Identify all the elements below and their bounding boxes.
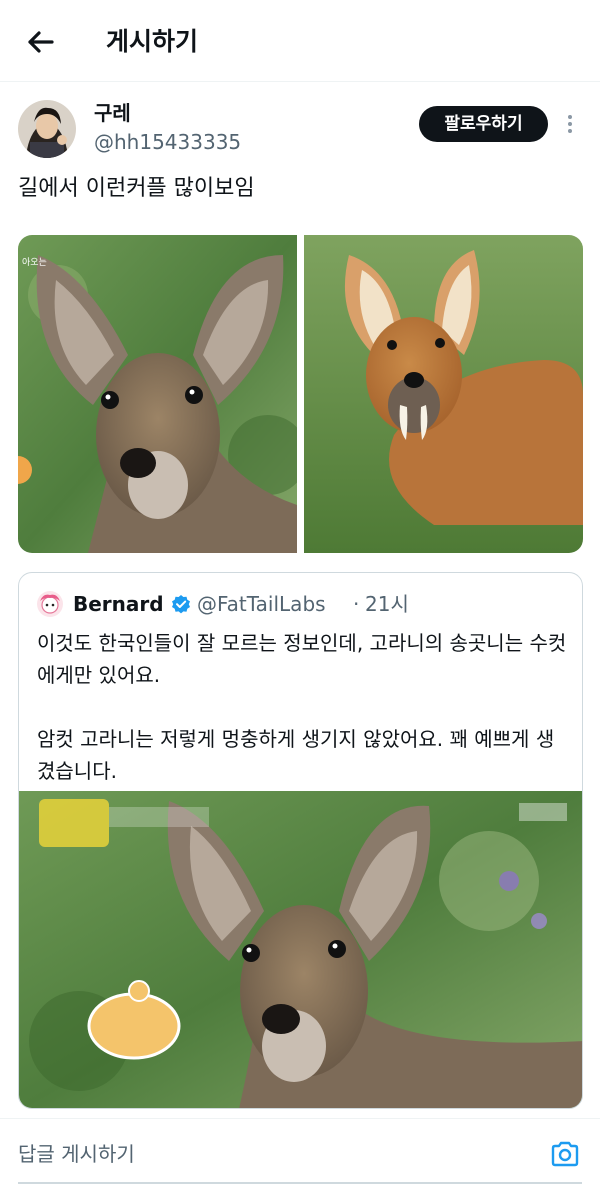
- top-bar: 게시하기: [0, 0, 600, 82]
- author-handle[interactable]: @hh15433335: [94, 128, 241, 156]
- quote-avatar[interactable]: [37, 591, 63, 617]
- quote-paragraph-2: 암컷 고라니는 저렇게 멍충하게 생기지 않았어요. 꽤 예쁘게 생겼습니다.: [37, 727, 555, 783]
- quote-avatar-image: [37, 591, 63, 617]
- post-text: 길에서 이런커플 많이보임: [18, 176, 255, 201]
- camera-icon: [551, 1141, 579, 1167]
- water-deer-with-tusks-photo: [304, 235, 583, 553]
- verified-badge-icon: [171, 594, 191, 614]
- svg-text:아오는: 아오는: [22, 257, 47, 268]
- quote-author-handle[interactable]: @FatTailLabs: [197, 590, 326, 618]
- reply-bar: 답글 게시하기: [0, 1118, 600, 1191]
- quote-timestamp[interactable]: 21시: [365, 590, 409, 618]
- deer-tv-screenshot: [19, 791, 582, 1108]
- deer-photo: 아오는: [18, 235, 308, 553]
- avatar-image: [18, 100, 76, 158]
- meta-separator: ·: [353, 592, 360, 616]
- media-photo-water-deer[interactable]: [304, 235, 583, 553]
- media-photo-deer[interactable]: 아오는: [18, 235, 308, 553]
- quote-author-name[interactable]: Bernard: [73, 590, 164, 618]
- avatar[interactable]: [18, 100, 76, 158]
- more-button[interactable]: [558, 110, 582, 138]
- reply-input[interactable]: 답글 게시하기: [18, 1139, 135, 1169]
- camera-button[interactable]: [548, 1137, 582, 1171]
- page-title: 게시하기: [106, 27, 199, 56]
- more-vertical-icon: [568, 115, 572, 133]
- author-name[interactable]: 구레: [94, 99, 131, 127]
- post-media[interactable]: 아오는: [18, 235, 583, 553]
- arrow-left-icon: [28, 31, 54, 53]
- verified-badge-shape: [172, 595, 190, 614]
- quote-media[interactable]: [19, 791, 582, 1108]
- follow-button[interactable]: 팔로우하기: [419, 106, 548, 142]
- reply-input-underline: [18, 1182, 582, 1184]
- quoted-post[interactable]: Bernard @FatTailLabs · 21시 이것도 한국인들이 잘 모…: [18, 572, 583, 1109]
- back-button[interactable]: [22, 24, 58, 60]
- quote-paragraph-1: 이것도 한국인들이 잘 모르는 정보인데, 고라니의 송곳니는 수컷에게만 있어…: [37, 631, 567, 687]
- quote-text: 이것도 한국인들이 잘 모르는 정보인데, 고라니의 송곳니는 수컷에게만 있어…: [37, 627, 572, 787]
